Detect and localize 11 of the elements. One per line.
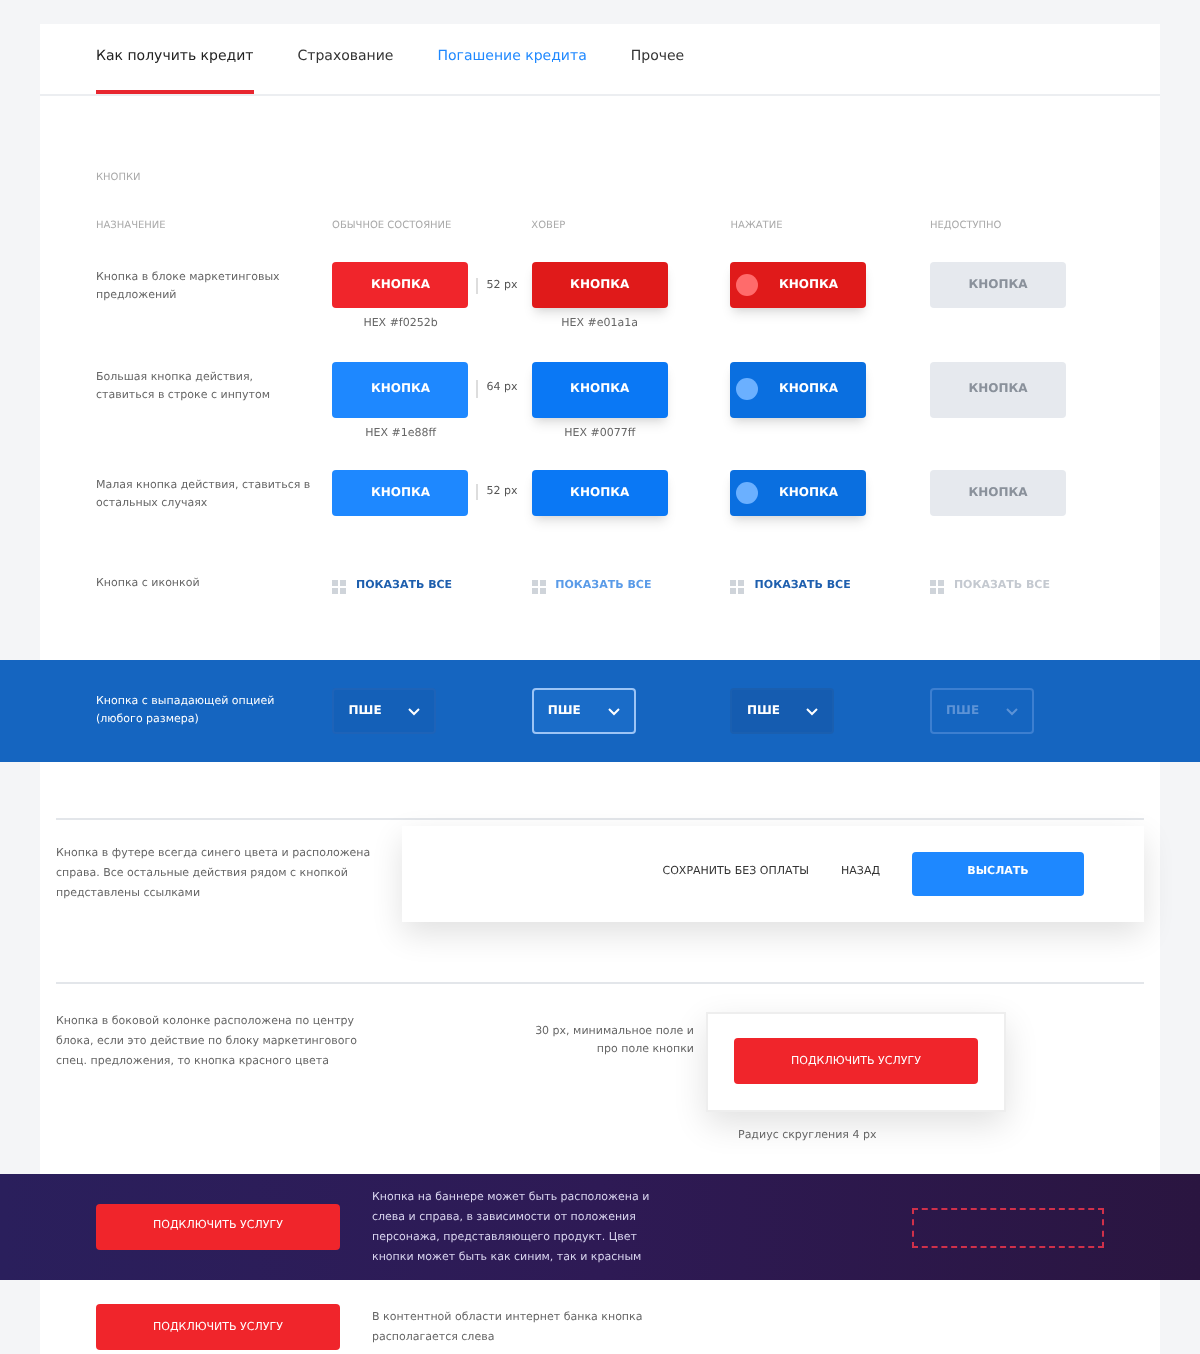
- ripple-icon: [736, 274, 759, 297]
- grid-icon: [929, 579, 944, 594]
- chevron-down-icon: [408, 707, 421, 716]
- grid-icon: [531, 579, 546, 594]
- ripple-icon: [736, 378, 759, 401]
- chevron-down-icon: [806, 707, 819, 716]
- chevron-down-icon: [607, 707, 620, 716]
- ripple-icon: [736, 481, 759, 504]
- chevron-down-icon: [1006, 707, 1019, 716]
- grid-icon: [332, 579, 347, 594]
- grid-icon: [730, 579, 745, 594]
